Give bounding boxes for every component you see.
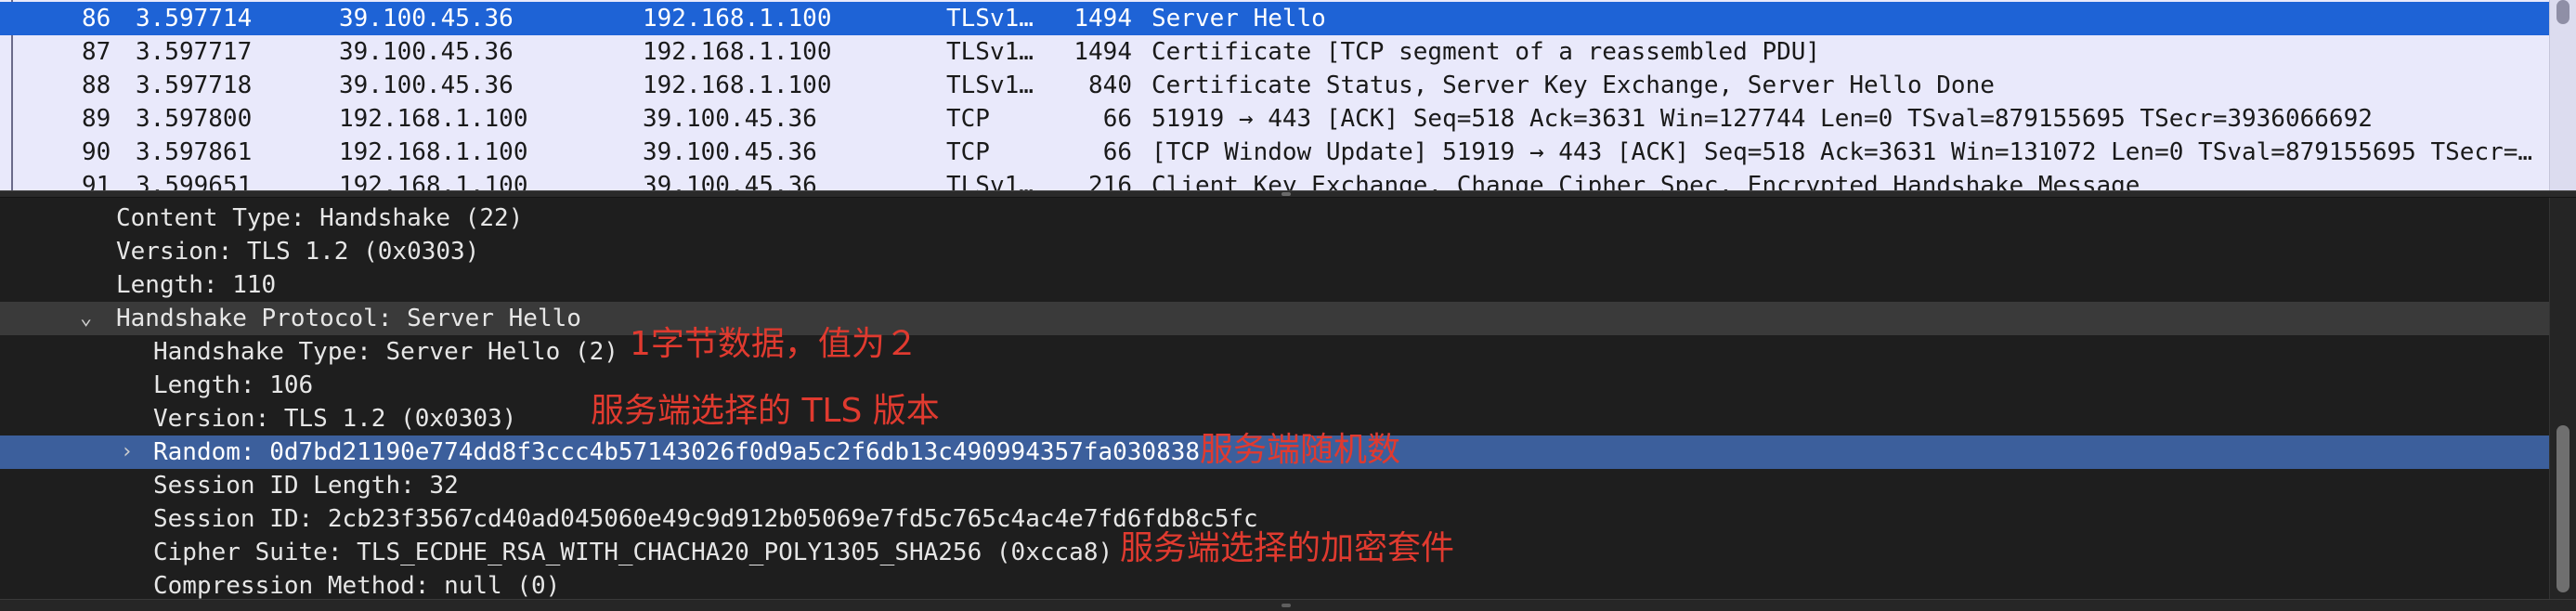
chevron-right-icon[interactable]: › bbox=[121, 436, 133, 469]
packet-time: 3.597714 bbox=[136, 5, 253, 32]
annotation-tls-version: 服务端选择的 TLS 版本 bbox=[591, 392, 940, 430]
packet-time: 3.597800 bbox=[136, 105, 253, 133]
packet-length: 1494 bbox=[1073, 38, 1132, 66]
detail-handshake-protocol[interactable]: ⌄ Handshake Protocol: Server Hello bbox=[0, 302, 2550, 335]
annotation-server-random: 服务端随机数 bbox=[1200, 431, 1401, 469]
packet-number: 90 bbox=[82, 138, 111, 166]
detail-compression-method[interactable]: Compression Method: null (0) bbox=[0, 569, 2550, 599]
packet-row-90[interactable]: 90 3.597861 192.168.1.100 39.100.45.36 T… bbox=[0, 136, 2550, 169]
detail-hs-length[interactable]: Length: 106 bbox=[0, 369, 2550, 402]
packet-list-scrollbar[interactable] bbox=[2549, 0, 2576, 190]
detail-text: Length: 106 bbox=[153, 371, 314, 399]
packet-number: 88 bbox=[82, 72, 111, 99]
packet-row-89[interactable]: 89 3.597800 192.168.1.100 39.100.45.36 T… bbox=[0, 102, 2550, 136]
detail-text: Handshake Type: Server Hello (2) bbox=[153, 338, 618, 366]
detail-text: Session ID Length: 32 bbox=[153, 472, 459, 500]
packet-destination: 39.100.45.36 bbox=[643, 138, 817, 166]
detail-content-type[interactable]: Content Type: Handshake (22) bbox=[0, 202, 2550, 235]
annotation-cipher-suite: 服务端选择的加密套件 bbox=[1120, 529, 1455, 567]
packet-protocol: TLSv1… bbox=[946, 72, 1034, 99]
packet-source: 192.168.1.100 bbox=[339, 172, 528, 190]
packet-length: 840 bbox=[1088, 72, 1132, 99]
packet-destination: 39.100.45.36 bbox=[643, 105, 817, 133]
packet-info: Server Hello bbox=[1151, 5, 1326, 32]
packet-info: 51919 → 443 [ACK] Seq=518 Ack=3631 Win=1… bbox=[1151, 105, 2373, 133]
splitter-grip-icon[interactable] bbox=[1281, 192, 1291, 196]
packet-protocol: TLSv1… bbox=[946, 38, 1034, 66]
pane-splitter[interactable] bbox=[0, 190, 2576, 198]
packet-source: 192.168.1.100 bbox=[339, 138, 528, 166]
packet-time: 3.597717 bbox=[136, 38, 253, 66]
packet-info: [TCP Window Update] 51919 → 443 [ACK] Se… bbox=[1151, 138, 2533, 166]
packet-destination: 39.100.45.36 bbox=[643, 172, 817, 190]
packet-time: 3.599651 bbox=[136, 172, 253, 190]
packet-row-87[interactable]: 87 3.597717 39.100.45.36 192.168.1.100 T… bbox=[0, 35, 2550, 69]
detail-text: Session ID: 2cb23f3567cd40ad045060e49c9d… bbox=[153, 505, 1258, 533]
packet-time: 3.597718 bbox=[136, 72, 253, 99]
packet-info: Certificate [TCP segment of a reassemble… bbox=[1151, 38, 1821, 66]
detail-handshake-type[interactable]: Handshake Type: Server Hello (2) bbox=[0, 335, 2550, 369]
detail-text: Version: TLS 1.2 (0x0303) bbox=[116, 238, 480, 266]
packet-number: 91 bbox=[82, 172, 111, 190]
annotation-handshake-type: 1字节数据，值为２ bbox=[630, 325, 918, 363]
packet-details-pane: Content Type: Handshake (22) Version: TL… bbox=[0, 198, 2576, 599]
detail-version[interactable]: Version: TLS 1.2 (0x0303) bbox=[0, 235, 2550, 268]
detail-text: Version: TLS 1.2 (0x0303) bbox=[153, 405, 517, 433]
packet-row-91[interactable]: 91 3.599651 192.168.1.100 39.100.45.36 T… bbox=[0, 169, 2550, 190]
detail-session-id-length[interactable]: Session ID Length: 32 bbox=[0, 469, 2550, 502]
packet-protocol: TCP bbox=[946, 105, 990, 133]
packet-length: 216 bbox=[1088, 172, 1132, 190]
detail-length[interactable]: Length: 110 bbox=[0, 268, 2550, 302]
packet-row-88[interactable]: 88 3.597718 39.100.45.36 192.168.1.100 T… bbox=[0, 69, 2550, 102]
packet-destination: 192.168.1.100 bbox=[643, 38, 832, 66]
packet-row-86[interactable]: 86 3.597714 39.100.45.36 192.168.1.100 T… bbox=[0, 2, 2550, 35]
packet-length: 66 bbox=[1102, 138, 1132, 166]
chevron-down-icon[interactable]: ⌄ bbox=[80, 302, 92, 335]
packet-time: 3.597861 bbox=[136, 138, 253, 166]
packet-length: 1494 bbox=[1073, 5, 1132, 32]
packet-number: 86 bbox=[82, 5, 111, 32]
detail-text: Cipher Suite: TLS_ECDHE_RSA_WITH_CHACHA2… bbox=[153, 539, 1113, 566]
detail-text: Length: 110 bbox=[116, 271, 277, 299]
packet-protocol: TLSv1… bbox=[946, 5, 1034, 32]
packet-info: Certificate Status, Server Key Exchange,… bbox=[1151, 72, 1995, 99]
packet-source: 39.100.45.36 bbox=[339, 38, 514, 66]
detail-text: Content Type: Handshake (22) bbox=[116, 204, 524, 232]
packet-number: 87 bbox=[82, 38, 111, 66]
splitter-grip-icon[interactable] bbox=[1281, 604, 1291, 607]
packet-source: 192.168.1.100 bbox=[339, 105, 528, 133]
packet-protocol: TCP bbox=[946, 138, 990, 166]
detail-text: Random: 0d7bd21190e774dd8f3ccc4b57143026… bbox=[153, 438, 1201, 466]
packet-list-pane: 86 3.597714 39.100.45.36 192.168.1.100 T… bbox=[0, 0, 2576, 190]
packet-source: 39.100.45.36 bbox=[339, 72, 514, 99]
packet-destination: 192.168.1.100 bbox=[643, 5, 832, 32]
packet-number: 89 bbox=[82, 105, 111, 133]
packet-length: 66 bbox=[1102, 105, 1132, 133]
packet-source: 39.100.45.36 bbox=[339, 5, 514, 32]
packet-destination: 192.168.1.100 bbox=[643, 72, 832, 99]
packet-info: Client Key Exchange, Change Cipher Spec,… bbox=[1151, 172, 2140, 190]
packet-list-scroll-thumb[interactable] bbox=[2556, 0, 2569, 24]
pane-splitter-bottom[interactable] bbox=[0, 599, 2576, 611]
packet-protocol: TLSv1… bbox=[946, 172, 1034, 190]
detail-text: Compression Method: null (0) bbox=[153, 572, 561, 599]
packet-details-scrollbar[interactable] bbox=[2549, 198, 2576, 599]
detail-text: Handshake Protocol: Server Hello bbox=[116, 305, 581, 332]
packet-details-scroll-thumb[interactable] bbox=[2556, 425, 2569, 592]
